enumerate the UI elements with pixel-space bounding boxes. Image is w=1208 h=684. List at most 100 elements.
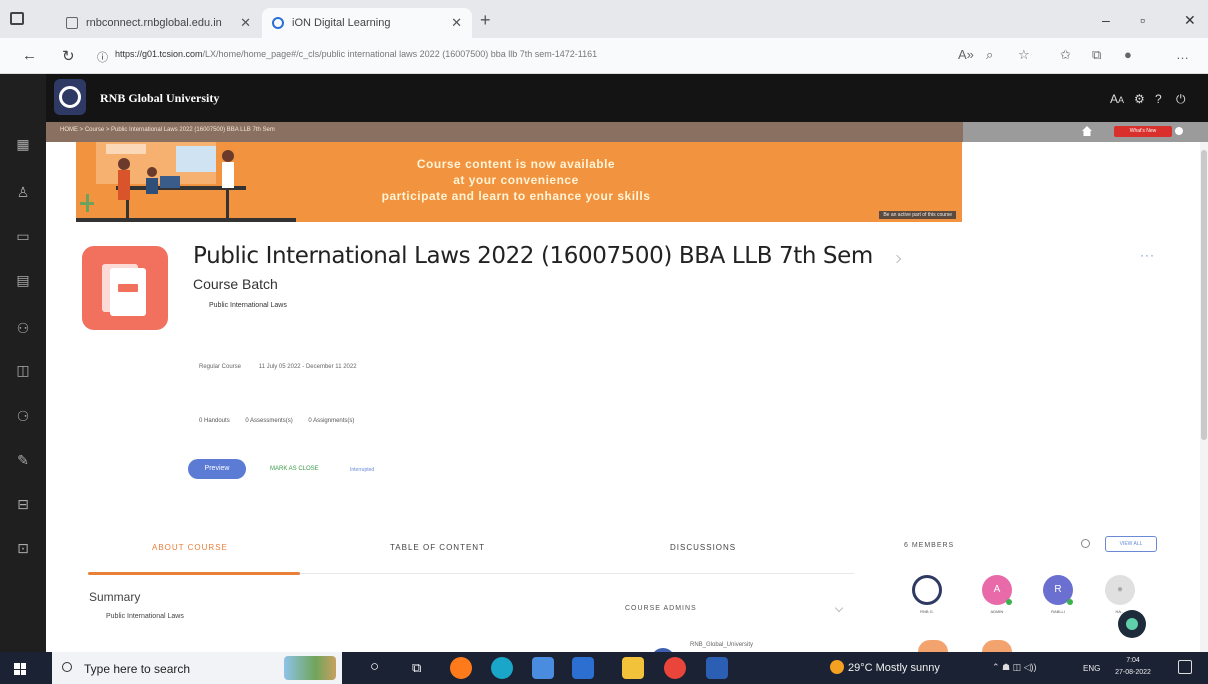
avatar: A xyxy=(982,575,1012,605)
task-view-icon[interactable]: ⧉ xyxy=(412,660,421,676)
profile-icon[interactable]: ● xyxy=(1124,47,1132,62)
course-title: Public International Laws 2022 (16007500… xyxy=(193,243,873,269)
language-indicator[interactable]: ENG xyxy=(1083,664,1100,673)
restore-icon[interactable]: ▫ xyxy=(1140,12,1145,28)
search-icon[interactable] xyxy=(1081,539,1090,548)
member-item[interactable]: A ADMIN xyxy=(981,575,1013,614)
cortana-icon[interactable]: ○ xyxy=(370,658,379,675)
collections-icon[interactable]: ⧉ xyxy=(1092,47,1101,63)
reports-icon[interactable]: ⊟ xyxy=(13,494,33,514)
minimize-icon[interactable]: – xyxy=(1102,12,1110,28)
help-icon[interactable]: ? xyxy=(1155,92,1162,106)
word-icon[interactable] xyxy=(706,657,728,679)
tab-discussions[interactable]: DISCUSSIONS xyxy=(670,543,736,552)
banner-line-2: at your convenience xyxy=(453,173,579,187)
avatar-initial: R xyxy=(1054,584,1062,595)
url-field[interactable]: https://g01.tcsion.com/LX/home/home_page… xyxy=(115,49,597,59)
taskbar-clock[interactable]: 7:04 27-08-2022 xyxy=(1113,655,1153,679)
summary-heading: Summary xyxy=(89,590,141,604)
interrupted-link[interactable]: Interrupted xyxy=(350,467,374,473)
avatar-initial: A xyxy=(993,584,1001,595)
close-tab-icon[interactable]: ✕ xyxy=(451,15,462,31)
favorites-bar-icon[interactable]: ✩ xyxy=(1060,47,1071,63)
view-all-button[interactable]: VIEW ALL xyxy=(1105,536,1157,552)
course-stats: 0 Handouts 0 Assessments(s) 0 Assignment… xyxy=(199,418,368,424)
store-icon[interactable] xyxy=(532,657,554,679)
scrollbar-thumb[interactable] xyxy=(1201,150,1207,440)
tab-about-course[interactable]: ABOUT COURSE xyxy=(152,543,228,552)
favorite-icon[interactable]: ☆ xyxy=(1018,47,1030,63)
tab-table-of-content[interactable]: TABLE OF CONTENT xyxy=(390,543,485,552)
taskbar-search[interactable]: Type here to search xyxy=(52,652,342,684)
reload-icon[interactable]: ↻ xyxy=(62,47,75,65)
calendar-icon[interactable]: ▤ xyxy=(13,270,33,290)
banner-tag: Be an active part of this course xyxy=(879,211,956,219)
banner-line-1: Course content is now available xyxy=(416,157,616,171)
back-icon[interactable]: ← xyxy=(22,47,37,64)
member-name: ADMIN xyxy=(990,609,1004,614)
info-icon[interactable] xyxy=(1175,127,1183,135)
weather-text[interactable]: 29°C Mostly sunny xyxy=(848,662,940,674)
title-expand-icon[interactable] xyxy=(892,254,902,264)
system-tray-icons[interactable]: ⌃ ☗ ◫ ◁)) xyxy=(992,662,1037,673)
url-host: https://g01.tcsion.com xyxy=(115,49,203,59)
banner-illustration xyxy=(76,142,296,222)
window-close-icon[interactable]: ✕ xyxy=(1184,12,1196,29)
course-batch: Course Batch xyxy=(193,276,278,292)
zoom-icon[interactable]: ⌕ xyxy=(986,47,993,63)
breadcrumb[interactable]: HOME > Course > Public International Law… xyxy=(60,127,275,133)
close-tab-icon[interactable]: ✕ xyxy=(240,15,251,31)
settings-icon[interactable]: ⚙ xyxy=(1134,92,1145,106)
site-info-icon[interactable]: ⓘ xyxy=(97,49,108,65)
stat-assignments: 0 Assignments(s) xyxy=(308,418,355,424)
stat-handouts: 0 Handouts xyxy=(199,418,230,424)
home-icon[interactable] xyxy=(1082,126,1092,136)
firefox-icon[interactable] xyxy=(450,657,472,679)
member-avatar-partial[interactable] xyxy=(982,640,1012,652)
member-item[interactable]: RNB G. xyxy=(911,575,943,614)
summary-text: Public International Laws xyxy=(106,613,184,620)
more-icon[interactable]: … xyxy=(1176,47,1189,62)
chrome-icon[interactable] xyxy=(664,657,686,679)
profile-nav-icon[interactable]: ♙ xyxy=(13,182,33,202)
notification-icon[interactable] xyxy=(1178,660,1192,674)
courses-icon[interactable]: ▭ xyxy=(13,226,33,246)
edge-icon[interactable] xyxy=(491,657,513,679)
read-aloud-icon[interactable]: A» xyxy=(958,47,974,62)
content-icon[interactable]: ◫ xyxy=(13,360,33,380)
power-icon[interactable]: ⏻ xyxy=(1176,92,1186,107)
course-admins-heading[interactable]: COURSE ADMINS xyxy=(625,605,697,612)
online-status-icon xyxy=(1006,599,1012,605)
breadcrumb-actions: What's New xyxy=(963,122,1208,142)
active-tab-indicator xyxy=(88,572,300,575)
member-avatar-partial[interactable] xyxy=(918,640,948,652)
university-logo[interactable] xyxy=(54,79,86,115)
course-tabs: ABOUT COURSE TABLE OF CONTENT DISCUSSION… xyxy=(88,530,854,575)
tab-actions-icon[interactable] xyxy=(10,12,24,25)
font-size-icon[interactable]: AA xyxy=(1110,92,1124,106)
mark-as-close-link[interactable]: MARK AS CLOSE xyxy=(270,466,319,472)
edit-icon[interactable]: ✎ xyxy=(13,450,33,470)
dashboard-icon[interactable]: ▦ xyxy=(13,134,33,154)
new-tab-icon[interactable]: + xyxy=(480,10,491,31)
course-book-icon xyxy=(82,246,168,330)
book-front xyxy=(110,268,146,316)
mail-icon[interactable] xyxy=(572,657,594,679)
clock-date: 27-08-2022 xyxy=(1115,669,1151,676)
people-icon[interactable]: ⚆ xyxy=(13,406,33,426)
member-item[interactable]: R RABLLI xyxy=(1042,575,1074,614)
browser-tab-rnbconnect[interactable]: rnbconnect.rnbglobal.edu.in ✕ xyxy=(56,8,261,38)
whats-new-button[interactable]: What's New xyxy=(1114,126,1172,137)
messages-icon[interactable]: ⊡ xyxy=(13,538,33,558)
preview-button[interactable]: Preview xyxy=(188,459,246,479)
file-explorer-icon[interactable] xyxy=(622,657,644,679)
groups-icon[interactable]: ⚇ xyxy=(13,318,33,338)
chat-assistant-button[interactable] xyxy=(1118,610,1146,638)
chevron-down-icon[interactable] xyxy=(834,603,844,613)
page-icon xyxy=(66,17,78,29)
browser-tab-ion[interactable]: iON Digital Learning ✕ xyxy=(262,8,472,38)
more-options-icon[interactable]: ··· xyxy=(1140,248,1155,262)
windows-start-icon[interactable] xyxy=(14,663,26,675)
brand-name: RNB Global University xyxy=(100,91,220,105)
member-item[interactable]: ● HA... xyxy=(1104,575,1136,614)
